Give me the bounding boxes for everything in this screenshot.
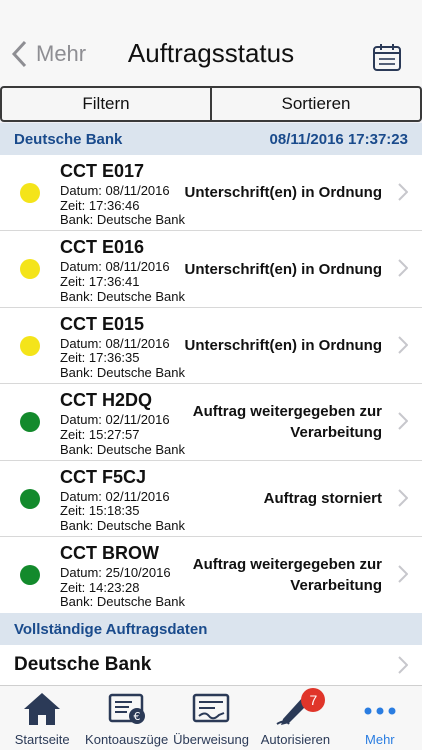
tab-label: Autorisieren bbox=[260, 732, 331, 747]
order-date: Datum: 08/11/2016 bbox=[60, 259, 170, 275]
chevron-right-icon bbox=[398, 259, 408, 278]
chevron-right-icon bbox=[398, 183, 408, 201]
full-data-bank-row[interactable]: Deutsche Bank bbox=[0, 645, 422, 685]
order-bank: Bank: Deutsche Bank bbox=[60, 212, 186, 228]
order-bank: Bank: Deutsche Bank bbox=[60, 365, 186, 381]
order-info: CCT BROW Datum: 25/10/2016 Zeit: 14:23:2… bbox=[60, 543, 185, 610]
order-info: CCT E017 Datum: 08/11/2016 Zeit: 17:36:4… bbox=[60, 161, 185, 228]
chevron-right-icon bbox=[398, 488, 408, 507]
section-bank-name: Deutsche Bank bbox=[14, 130, 123, 148]
tab-label: Kontoauszüge bbox=[85, 732, 169, 747]
order-bank: Bank: Deutsche Bank bbox=[60, 594, 186, 610]
status-dot-icon bbox=[20, 488, 40, 509]
page-title: Auftragsstatus bbox=[127, 38, 295, 68]
calendar-icon[interactable] bbox=[372, 42, 402, 72]
order-time: Zeit: 17:36:46 bbox=[60, 197, 140, 213]
status-dot-icon bbox=[20, 412, 40, 433]
chevron-right-icon bbox=[398, 336, 408, 354]
order-bank: Bank: Deutsche Bank bbox=[60, 288, 186, 304]
order-date: Datum: 08/11/2016 bbox=[60, 183, 170, 198]
order-status: Unterschrift(en) in Ordnung bbox=[184, 184, 383, 202]
tab-autorisieren[interactable]: 7 Autorisieren bbox=[253, 686, 337, 750]
order-status: Unterschrift(en) in Ordnung bbox=[184, 260, 383, 278]
order-date: Datum: 02/11/2016 bbox=[60, 488, 170, 504]
order-row[interactable]: CCT H2DQ Datum: 02/11/2016 Zeit: 15:27:5… bbox=[0, 384, 422, 461]
home-icon bbox=[22, 690, 62, 728]
statement-icon: € bbox=[107, 690, 147, 728]
order-date: Datum: 08/11/2016 bbox=[60, 335, 170, 351]
tab-startseite[interactable]: Startseite bbox=[0, 686, 84, 750]
section-header-bank: Deutsche Bank 08/11/2016 17:37:23 bbox=[0, 123, 422, 155]
order-info: CCT F5CJ Datum: 02/11/2016 Zeit: 15:18:3… bbox=[60, 467, 185, 534]
order-status: Auftrag weitergegeben zur Verarbeitung bbox=[192, 556, 382, 595]
order-time: Zeit: 15:18:35 bbox=[60, 503, 140, 519]
tab-label: Mehr bbox=[365, 732, 395, 747]
more-icon bbox=[360, 690, 400, 728]
transfer-icon bbox=[191, 690, 231, 728]
status-dot-icon bbox=[20, 335, 40, 356]
order-status: Unterschrift(en) in Ordnung bbox=[184, 336, 383, 354]
order-status: Auftrag weitergegeben zur Verarbeitung bbox=[192, 402, 382, 441]
order-row[interactable]: CCT E016 Datum: 08/11/2016 Zeit: 17:36:4… bbox=[0, 231, 422, 308]
svg-text:€: € bbox=[133, 710, 140, 723]
order-list: CCT E017 Datum: 08/11/2016 Zeit: 17:36:4… bbox=[0, 155, 422, 614]
order-row[interactable]: CCT E017 Datum: 08/11/2016 Zeit: 17:36:4… bbox=[0, 155, 422, 232]
order-row[interactable]: CCT F5CJ Datum: 02/11/2016 Zeit: 15:18:3… bbox=[0, 461, 422, 537]
status-dot-icon bbox=[20, 259, 40, 280]
chevron-right-icon bbox=[398, 412, 408, 430]
order-code: CCT E016 bbox=[60, 237, 145, 258]
sort-button[interactable]: Sortieren bbox=[210, 88, 420, 120]
tab-label: Überweisung bbox=[173, 732, 249, 747]
chevron-right-icon bbox=[398, 565, 408, 583]
order-code: CCT BROW bbox=[60, 542, 159, 563]
order-code: CCT E015 bbox=[60, 313, 145, 334]
tab-ueberweisung[interactable]: Überweisung bbox=[169, 686, 253, 750]
order-date: Datum: 25/10/2016 bbox=[60, 564, 171, 580]
order-time: Zeit: 14:23:28 bbox=[60, 579, 140, 595]
tab-mehr[interactable]: Mehr bbox=[338, 686, 422, 750]
order-row[interactable]: CCT BROW Datum: 25/10/2016 Zeit: 14:23:2… bbox=[0, 537, 422, 613]
order-date: Datum: 02/11/2016 bbox=[60, 412, 170, 428]
order-status: Auftrag storniert bbox=[263, 489, 382, 507]
order-code: CCT E017 bbox=[60, 161, 145, 181]
order-code: CCT F5CJ bbox=[60, 466, 147, 487]
section-header-full-data: Vollständige Auftragsdaten bbox=[0, 613, 422, 645]
order-bank: Bank: Deutsche Bank bbox=[60, 441, 186, 457]
order-row[interactable]: CCT E015 Datum: 08/11/2016 Zeit: 17:36:3… bbox=[0, 308, 422, 385]
order-time: Zeit: 17:36:35 bbox=[60, 350, 140, 366]
order-code: CCT H2DQ bbox=[60, 390, 153, 411]
order-bank: Bank: Deutsche Bank bbox=[60, 517, 186, 533]
full-data-bank-label: Deutsche Bank bbox=[14, 654, 152, 675]
notification-badge: 7 bbox=[301, 688, 326, 712]
section-full-title: Vollständige Auftragsdaten bbox=[14, 620, 208, 638]
order-info: CCT H2DQ Datum: 02/11/2016 Zeit: 15:27:5… bbox=[60, 390, 185, 457]
chevron-right-icon bbox=[398, 656, 408, 674]
status-dot-icon bbox=[20, 183, 40, 203]
order-time: Zeit: 17:36:41 bbox=[60, 274, 140, 290]
order-time: Zeit: 15:27:57 bbox=[60, 426, 140, 442]
section-timestamp: 08/11/2016 17:37:23 bbox=[269, 130, 408, 148]
filter-sort-segment: Filtern Sortieren bbox=[0, 86, 422, 122]
tab-label: Startseite bbox=[14, 732, 70, 747]
filter-button[interactable]: Filtern bbox=[2, 88, 210, 120]
order-info: CCT E016 Datum: 08/11/2016 Zeit: 17:36:4… bbox=[60, 237, 185, 304]
status-dot-icon bbox=[20, 564, 40, 585]
order-info: CCT E015 Datum: 08/11/2016 Zeit: 17:36:3… bbox=[60, 314, 185, 381]
tab-kontoauszuege[interactable]: € Kontoauszüge bbox=[84, 686, 168, 750]
tab-bar: Startseite € Kontoauszüge Überweisung 7 … bbox=[0, 685, 422, 750]
navigation-bar: Mehr Auftragsstatus bbox=[0, 0, 422, 86]
